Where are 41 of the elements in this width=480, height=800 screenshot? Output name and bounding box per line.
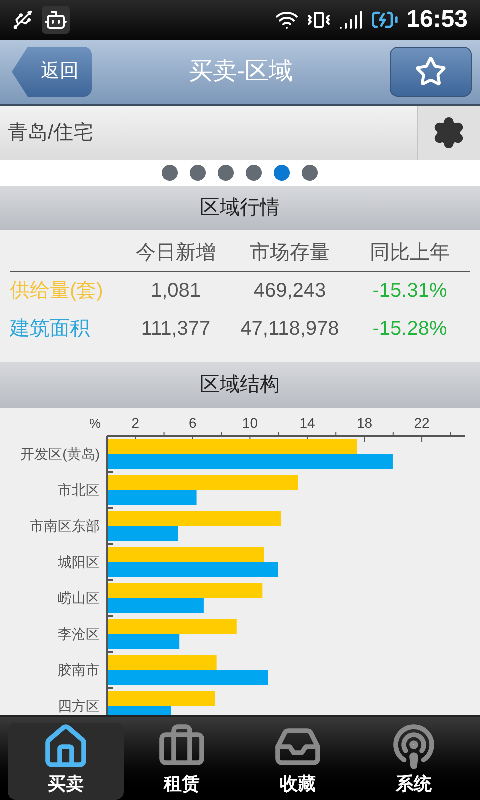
signal-icon [338,8,363,32]
usb-icon [12,9,34,31]
table-cell-text: 1,081 [150,279,202,304]
section-header: 区域结构 [0,362,480,408]
table-cell-text: -15.28% [372,317,448,342]
table-cell-text: 111,377 [140,317,212,342]
category-label: 城阳区 [58,554,100,570]
axis-unit: % [89,416,101,431]
category-label: 崂山区 [58,590,100,606]
tick-label: 2 [132,415,140,431]
row-label: 供给量(套) [10,279,104,304]
tick-label: 18 [356,415,373,431]
category-label: 胶南市 [58,662,100,678]
tab[interactable]: 买卖 [8,723,124,800]
favorite-button[interactable] [390,47,472,97]
category-label: 市南区东部 [30,518,100,534]
column-header: 今日新增 [135,240,217,266]
category-label: 李沧区 [58,626,100,642]
window-title: 买卖-区域 [189,57,293,87]
tab[interactable]: 系统 [356,723,472,800]
settings-button[interactable] [417,106,480,160]
tick-label: 22 [414,415,430,431]
back-button[interactable]: 返回 [12,47,92,97]
row-label: 建筑面积 [10,317,91,342]
tick-label: 10 [242,415,258,431]
android-icon [42,6,70,34]
category-label: 四方区 [58,698,100,714]
category-label: 开发区(黄岛) [20,446,100,462]
section-header: 区域行情 [0,186,480,230]
tick-label: 14 [300,415,316,431]
category-label: 市北区 [58,482,100,498]
table-cell-text: 47,118,978 [240,317,340,342]
tab[interactable]: 租赁 [124,723,240,800]
table-cell-text: 469,243 [252,279,328,304]
column-header: 市场存量 [249,240,331,266]
star-icon [415,56,447,88]
tab[interactable]: 收藏 [240,723,356,800]
table-cell-text: -15.31% [372,279,448,304]
tick-label: 6 [189,415,197,431]
column-header: 同比上年 [369,240,451,266]
clock: 16:53 [406,5,468,35]
